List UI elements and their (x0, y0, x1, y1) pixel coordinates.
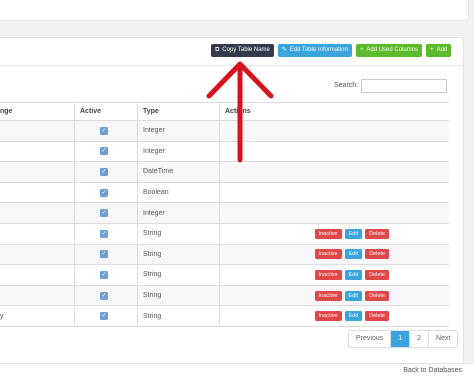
table-row: ✓ String Inactive Edit Delete (0, 244, 449, 266)
inactive-button[interactable]: Inactive (314, 269, 342, 280)
cell-actions (219, 182, 449, 204)
delete-button[interactable]: Delete (365, 290, 389, 301)
column-header-active[interactable]: Active (74, 102, 138, 121)
table-row: ✓ Integer (0, 202, 449, 224)
cell-active: ✓ (74, 244, 138, 266)
cell-active: ✓ (74, 264, 138, 286)
cell-active: ✓ (74, 223, 138, 245)
cell-active: ✓ (74, 141, 138, 163)
cell-name (0, 161, 75, 183)
add-button[interactable]: + Add (426, 44, 452, 57)
edit-button[interactable]: Edit (344, 269, 363, 280)
pagination: Previous 1 2 Next (348, 330, 459, 348)
table-row: ✓ String Inactive Edit Delete (0, 285, 449, 307)
search-label: Search: (334, 82, 359, 89)
annotation-arrow (206, 61, 274, 163)
table-row: ✓ Boolean (0, 182, 449, 204)
active-checkbox[interactable]: ✓ (100, 291, 108, 300)
edit-table-information-button[interactable]: ✎ Edit Table Information (277, 44, 352, 57)
cell-type: Integer (137, 202, 220, 224)
cell-name (0, 223, 75, 245)
cell-type: String (137, 244, 220, 266)
edit-button[interactable]: Edit (344, 290, 363, 301)
edit-button[interactable]: Edit (344, 249, 363, 260)
active-checkbox[interactable]: ✓ (100, 126, 108, 135)
previous-page-button[interactable]: Previous (349, 331, 391, 347)
cell-actions: Inactive Edit Delete (219, 285, 449, 307)
cell-actions: Inactive Edit Delete (219, 244, 449, 266)
edit-button[interactable]: Edit (344, 311, 363, 322)
cell-active: ✓ (74, 161, 138, 183)
plus-icon: + (430, 47, 434, 53)
page-1-button[interactable]: 1 (390, 331, 410, 347)
cell-name: y (0, 305, 75, 327)
cell-active: ✓ (74, 182, 138, 204)
cell-type: Boolean (137, 182, 220, 204)
cell-name (0, 141, 75, 163)
cell-name (0, 202, 75, 224)
cell-name (0, 244, 75, 266)
table-row: ✓ String Inactive Edit Delete (0, 223, 449, 245)
cell-type: String (137, 305, 220, 327)
delete-button[interactable]: Delete (365, 228, 389, 239)
edit-button[interactable]: Edit (344, 228, 363, 239)
cell-name (0, 120, 75, 142)
cell-active: ✓ (74, 120, 138, 142)
page-2-button[interactable]: 2 (409, 331, 429, 347)
cell-name (0, 182, 75, 204)
cell-active: ✓ (74, 202, 138, 224)
column-header-name[interactable]: nge (0, 102, 75, 121)
cell-name (0, 285, 75, 307)
active-checkbox[interactable]: ✓ (100, 312, 108, 321)
active-checkbox[interactable]: ✓ (100, 167, 108, 176)
inactive-button[interactable]: Inactive (314, 311, 342, 322)
next-page-button[interactable]: Next (428, 331, 458, 347)
cell-active: ✓ (74, 285, 138, 307)
active-checkbox[interactable]: ✓ (100, 250, 108, 259)
active-checkbox[interactable]: ✓ (100, 147, 108, 156)
inactive-button[interactable]: Inactive (314, 228, 342, 239)
cell-actions: Inactive Edit Delete (219, 223, 449, 245)
table-row: ✓ String Inactive Edit Delete (0, 264, 449, 286)
cell-active: ✓ (74, 305, 138, 327)
plus-icon: + (359, 47, 364, 53)
back-to-databases-link[interactable]: Back to Databases (403, 367, 462, 374)
cell-type: String (137, 264, 220, 286)
cell-actions: Inactive Edit Delete (219, 305, 449, 327)
active-checkbox[interactable]: ✓ (100, 270, 108, 279)
active-checkbox[interactable]: ✓ (100, 229, 108, 238)
table-row: y ✓ String Inactive Edit Delete (0, 305, 449, 327)
delete-button[interactable]: Delete (365, 311, 389, 322)
inactive-button[interactable]: Inactive (314, 249, 342, 260)
cell-type: String (137, 285, 220, 307)
add-used-columns-button[interactable]: + Add Used Columns (355, 44, 423, 57)
cell-actions: Inactive Edit Delete (219, 264, 449, 286)
cell-type: String (137, 223, 220, 245)
top-card (0, 0, 469, 21)
cell-name (0, 264, 75, 286)
delete-button[interactable]: Delete (365, 249, 389, 260)
active-checkbox[interactable]: ✓ (100, 209, 108, 218)
search-input[interactable] (361, 79, 447, 93)
cell-actions (219, 202, 449, 224)
inactive-button[interactable]: Inactive (314, 290, 342, 301)
edit-icon: ✎ (281, 47, 287, 53)
delete-button[interactable]: Delete (365, 269, 389, 280)
active-checkbox[interactable]: ✓ (100, 188, 108, 197)
